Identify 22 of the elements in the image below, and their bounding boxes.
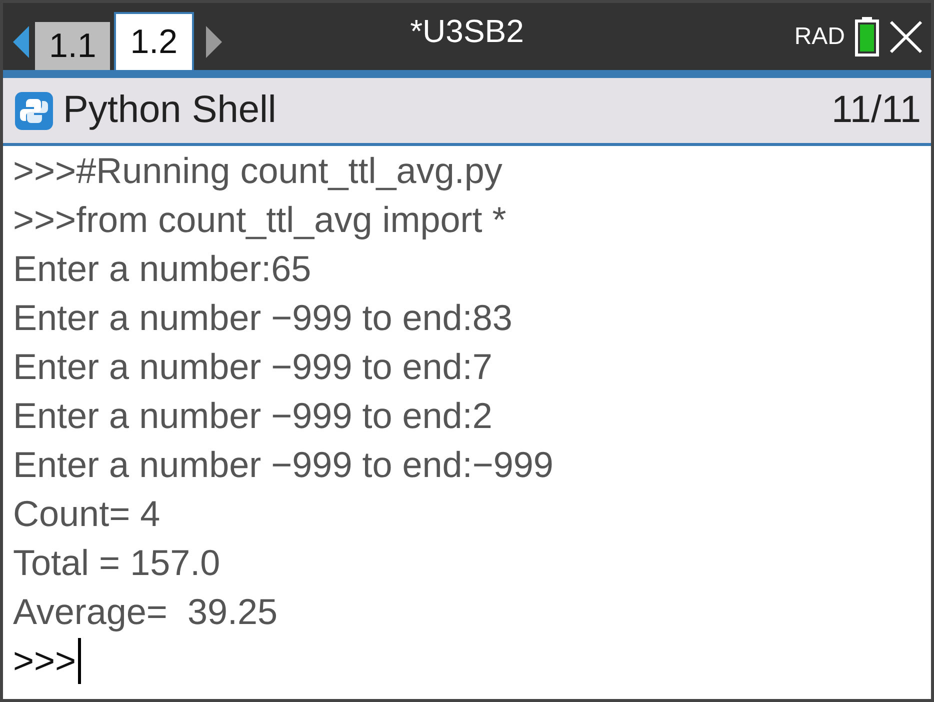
- shell-output-line: Total = 157.0: [13, 541, 220, 585]
- shell-output-line: Average= 39.25: [13, 590, 278, 634]
- python-logo-icon: [15, 92, 53, 130]
- page-tab[interactable]: 1.1: [35, 22, 110, 70]
- shell-output-line: Count= 4: [13, 492, 160, 536]
- shell-output-line: >>>from count_ttl_avg import *: [13, 198, 506, 242]
- left-arrow-icon[interactable]: [13, 26, 31, 58]
- shell-output-line: >>>#Running count_ttl_avg.py: [13, 149, 502, 193]
- app-title: Python Shell: [63, 89, 276, 132]
- angle-mode-label: RAD: [794, 22, 845, 50]
- line-position: 11/11: [832, 89, 921, 132]
- page-tab[interactable]: 1.2: [114, 12, 194, 70]
- shell-output-line: Enter a number −999 to end:2: [13, 394, 492, 438]
- shell-output-line: Enter a number −999 to end:−999: [13, 443, 554, 487]
- close-icon[interactable]: [889, 20, 923, 54]
- text-cursor: [78, 638, 82, 684]
- shell-output-line: Enter a number −999 to end:83: [13, 296, 512, 340]
- document-title: *U3SB2: [410, 13, 524, 49]
- shell-output-line: Enter a number −999 to end:7: [13, 345, 492, 389]
- shell-output-line: Enter a number:65: [13, 247, 312, 291]
- battery-icon: [855, 16, 879, 56]
- shell-prompt[interactable]: >>>: [13, 636, 76, 685]
